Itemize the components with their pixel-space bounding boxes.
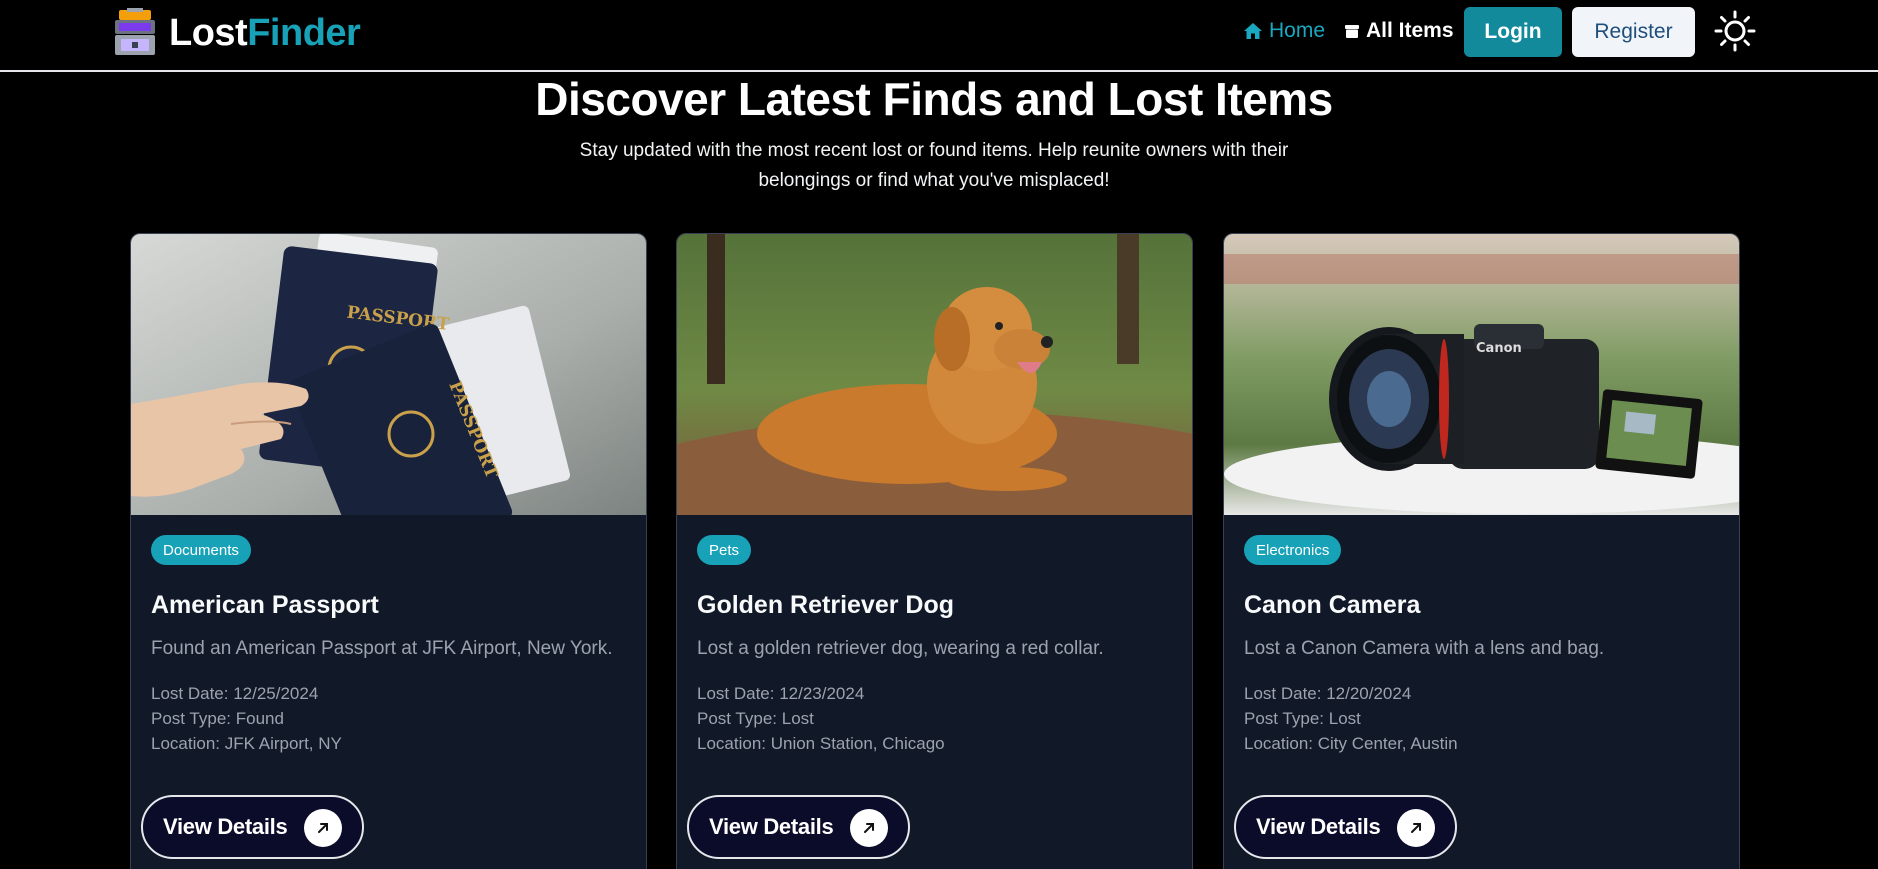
home-icon [1244,23,1262,39]
nav-home-link[interactable]: Home [1243,19,1325,43]
location: Location: City Center, Austin [1244,734,1458,753]
luggage-logo-icon [115,8,155,55]
item-meta: Lost Date: 12/23/2024 Post Type: Lost Lo… [697,681,945,756]
nav-all-items-label: All Items [1366,19,1454,42]
view-details-label: View Details [709,814,834,839]
sun-icon[interactable] [1714,10,1756,52]
category-badge: Pets [697,535,752,565]
category-badge: Documents [151,535,251,565]
brand-name-part1: Lost [169,11,248,54]
item-image-dog [677,234,1192,515]
view-details-button[interactable]: View Details [687,795,910,859]
arrow-up-right-icon [1397,809,1435,847]
camera-brand-text: Canon [1476,341,1522,356]
view-details-label: View Details [1256,814,1381,839]
login-button[interactable]: Login [1464,7,1562,57]
item-title: American Passport [151,591,379,619]
navbar: LostFinder Home All Items Login Register [0,0,1878,72]
location: Location: Union Station, Chicago [697,734,945,753]
post-type: Post Type: Found [151,709,284,728]
brand-name-part2: Finder [247,11,361,54]
page-title: Discover Latest Finds and Lost Items [535,73,1333,125]
post-type: Post Type: Lost [697,709,814,728]
nav-all-items-link[interactable]: All Items [1344,19,1454,43]
page-subtitle: Stay updated with the most recent lost o… [579,140,1289,191]
arrow-up-right-icon [304,809,342,847]
item-title: Golden Retriever Dog [697,591,954,619]
brand[interactable]: LostFinder [113,8,361,58]
item-image-passport: PASSPORT PASSPORT [131,234,646,515]
item-meta: Lost Date: 12/20/2024 Post Type: Lost Lo… [1244,681,1458,756]
lost-date: Lost Date: 12/25/2024 [151,684,319,703]
item-description: Lost a Canon Camera with a lens and bag. [1244,638,1605,659]
item-title: Canon Camera [1244,591,1421,619]
item-card: PASSPORT PASSPORT Documents American Pas… [130,233,647,869]
location: Location: JFK Airport, NY [151,734,342,753]
item-description: Found an American Passport at JFK Airpor… [151,638,613,659]
view-details-button[interactable]: View Details [1234,795,1457,859]
item-card: Pets Golden Retriever Dog Lost a golden … [676,233,1193,869]
item-image-camera: Canon [1224,234,1739,515]
item-card: Canon Electronics Canon Camera Lost a Ca… [1223,233,1740,869]
lost-date: Lost Date: 12/23/2024 [697,684,865,703]
item-description: Lost a golden retriever dog, wearing a r… [697,638,1104,659]
register-button[interactable]: Register [1572,7,1695,57]
item-meta: Lost Date: 12/25/2024 Post Type: Found L… [151,681,342,756]
view-details-label: View Details [163,814,288,839]
nav-home-label: Home [1269,19,1326,42]
arrow-up-right-icon [850,809,888,847]
post-type: Post Type: Lost [1244,709,1361,728]
lost-date: Lost Date: 12/20/2024 [1244,684,1412,703]
view-details-button[interactable]: View Details [141,795,364,859]
brand-name: LostFinder [169,11,361,55]
box-icon [1345,25,1359,38]
category-badge: Electronics [1244,535,1342,565]
